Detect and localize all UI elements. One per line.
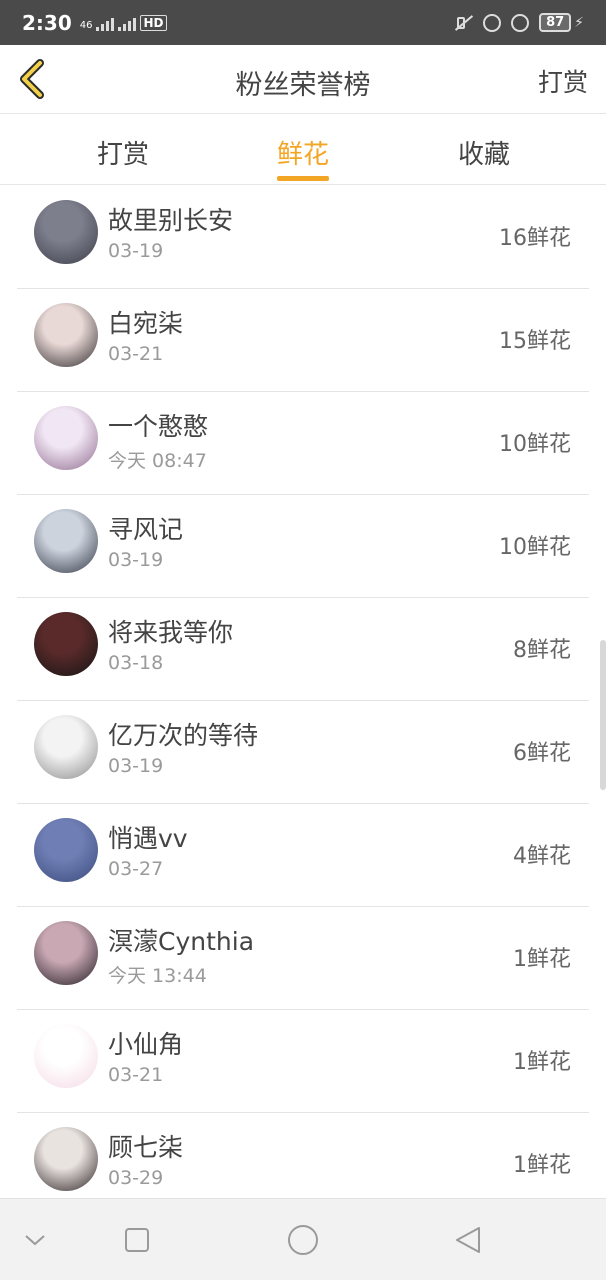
flower-count: 4鲜花 — [513, 844, 571, 869]
user-name: 将来我等你 — [108, 618, 234, 647]
status-time: 2:30 — [22, 10, 72, 35]
avatar[interactable] — [34, 200, 98, 264]
nav-collapse-button[interactable] — [18, 1223, 52, 1257]
gift-date: 03-19 — [108, 755, 164, 777]
tab-bar: 打赏 鲜花 收藏 — [0, 114, 606, 185]
avatar[interactable] — [34, 921, 98, 985]
status-bar: 2:30 46 HD 87 ⚡ — [0, 0, 606, 45]
chevron-down-icon — [25, 1235, 45, 1246]
hd-icon: HD — [140, 14, 167, 31]
gift-date: 03-29 — [108, 1167, 164, 1189]
user-name: 溟濛Cynthia — [108, 927, 255, 956]
tab-flowers[interactable]: 鲜花 — [277, 134, 329, 171]
user-name: 故里别长安 — [108, 206, 234, 235]
vibrate-off-icon — [453, 15, 473, 31]
active-tab-indicator — [277, 176, 329, 181]
flower-count: 6鲜花 — [513, 741, 571, 766]
user-name: 一个憨憨 — [108, 412, 209, 441]
gift-date: 今天 13:44 — [108, 965, 207, 987]
nav-back-button[interactable] — [452, 1223, 486, 1257]
signal-icon — [96, 17, 115, 31]
flower-count: 1鲜花 — [513, 947, 571, 972]
network-type-label: 46 — [79, 19, 93, 31]
top-app-bar: 粉丝荣誉榜 打赏 — [0, 45, 606, 114]
user-name: 白宛柒 — [108, 309, 184, 338]
user-name: 寻风记 — [108, 515, 184, 544]
list-item[interactable]: 寻风记 03-19 10鲜花 — [17, 495, 589, 598]
gift-date: 03-18 — [108, 652, 164, 674]
flower-count: 1鲜花 — [513, 1050, 571, 1075]
avatar[interactable] — [34, 509, 98, 573]
avatar[interactable] — [34, 612, 98, 676]
signal-2-icon — [118, 17, 137, 31]
flower-count: 10鲜花 — [499, 535, 571, 560]
tab-reward[interactable]: 打赏 — [97, 134, 149, 171]
avatar[interactable] — [34, 715, 98, 779]
list-item[interactable]: 溟濛Cynthia 今天 13:44 1鲜花 — [17, 907, 589, 1010]
avatar[interactable] — [34, 303, 98, 367]
user-name: 小仙角 — [108, 1030, 184, 1059]
status-left: 2:30 46 HD — [22, 11, 167, 35]
avatar[interactable] — [34, 406, 98, 470]
user-name: 悄遇vv — [108, 824, 188, 853]
flower-count: 16鲜花 — [499, 226, 571, 251]
list-item[interactable]: 小仙角 03-21 1鲜花 — [17, 1010, 589, 1113]
lock-rotation-icon — [483, 13, 502, 32]
reward-button[interactable]: 打赏 — [538, 63, 588, 99]
signal-icons: 46 HD — [79, 14, 167, 31]
battery-level: 87 — [539, 13, 572, 32]
tab-favorites[interactable]: 收藏 — [458, 134, 510, 171]
list-item[interactable]: 一个憨憨今天 08:47 10鲜花 — [17, 392, 589, 495]
flower-count: 8鲜花 — [513, 638, 571, 663]
page-title: 粉丝荣誉榜 — [235, 70, 371, 101]
avatar[interactable] — [34, 818, 98, 882]
list-item[interactable]: 故里别长安 03-19 16鲜花 — [17, 186, 589, 289]
gift-date: 今天 08:47 — [108, 450, 207, 472]
gift-date: 03-21 — [108, 343, 164, 365]
charging-icon: ⚡ — [574, 14, 584, 31]
list-item[interactable]: 白宛柒 03-21 15鲜花 — [17, 289, 589, 392]
gift-date: 03-19 — [108, 240, 164, 262]
list-item[interactable]: 将来我等你 03-18 8鲜花 — [17, 598, 589, 701]
list-item[interactable]: 亿万次的等待 03-19 6鲜花 — [17, 701, 589, 804]
nav-recents-button[interactable] — [120, 1223, 154, 1257]
avatar[interactable] — [34, 1024, 98, 1088]
fan-ranking-list: 故里别长安 03-19 16鲜花白宛柒 03-21 15鲜花一个憨憨今天 08:47 10… — [0, 186, 606, 1216]
list-item[interactable]: 悄遇vv 03-27 4鲜花 — [17, 804, 589, 907]
battery-icon: 87 ⚡ — [539, 13, 584, 32]
system-nav-bar — [0, 1198, 606, 1280]
circle-icon — [288, 1225, 318, 1255]
gift-date: 03-27 — [108, 858, 164, 880]
triangle-back-icon — [456, 1227, 480, 1253]
status-right: 87 ⚡ — [453, 13, 584, 32]
square-icon — [125, 1228, 149, 1252]
flower-count: 10鲜花 — [499, 432, 571, 457]
user-name: 亿万次的等待 — [108, 721, 259, 750]
gift-date: 03-21 — [108, 1064, 164, 1086]
avatar[interactable] — [34, 1127, 98, 1191]
flower-count: 1鲜花 — [513, 1153, 571, 1178]
alarm-icon — [511, 13, 530, 32]
user-name: 顾七柒 — [108, 1133, 184, 1162]
gift-date: 03-19 — [108, 549, 164, 571]
scroll-indicator[interactable] — [600, 640, 606, 790]
flower-count: 15鲜花 — [499, 329, 571, 354]
nav-home-button[interactable] — [286, 1223, 320, 1257]
